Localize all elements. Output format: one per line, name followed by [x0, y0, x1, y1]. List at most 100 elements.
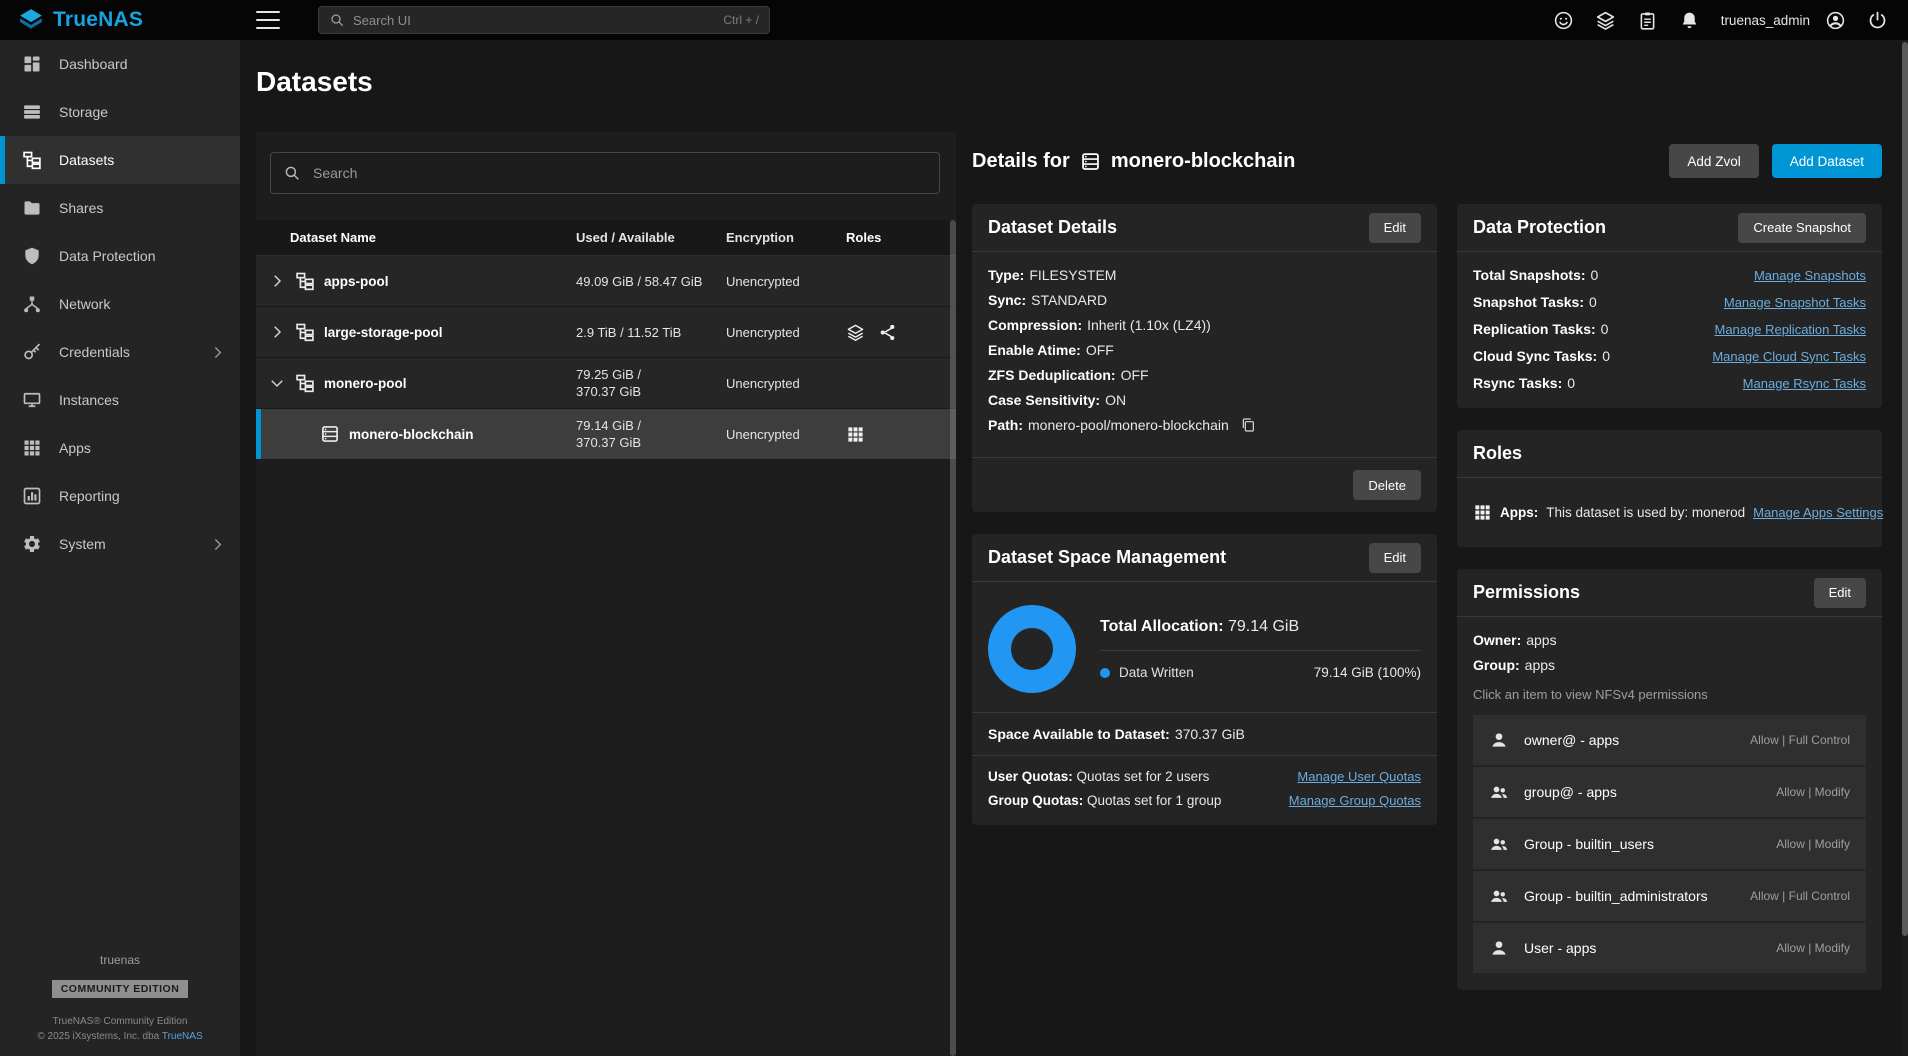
dataset-server-icon — [320, 424, 340, 444]
sidebar-item-reporting[interactable]: Reporting — [0, 472, 240, 520]
card-title: Dataset Space Management — [988, 547, 1226, 568]
permission-item-builtin-users[interactable]: Group - builtin_users Allow | Modify — [1473, 819, 1866, 869]
apps-grid-icon — [1473, 503, 1492, 522]
table-row-monero-blockchain[interactable]: monero-blockchain 79.14 GiB / 370.37 GiB… — [256, 409, 956, 460]
menu-toggle-button[interactable] — [256, 11, 280, 29]
card-title: Data Protection — [1473, 217, 1606, 238]
apps-role-row: Apps: This dataset is used by: monerod M… — [1473, 493, 1866, 532]
alerts-bell-icon[interactable] — [1679, 10, 1700, 31]
group-icon — [1489, 886, 1509, 906]
jobs-layers-icon[interactable] — [1595, 10, 1616, 31]
global-search-input[interactable] — [353, 13, 715, 28]
permissions-hint: Click an item to view NFSv4 permissions — [1473, 687, 1866, 702]
search-shortcut-hint: Ctrl + / — [723, 13, 759, 27]
table-row-large-storage-pool[interactable]: large-storage-pool 2.9 TiB / 11.52 TiB U… — [256, 307, 956, 358]
sidebar-item-datasets[interactable]: Datasets — [0, 136, 240, 184]
copyright-line: © 2025 iXsystems, Inc. dba TrueNAS — [0, 1029, 240, 1044]
manage-cloud-sync-tasks-link[interactable]: Manage Cloud Sync Tasks — [1712, 349, 1866, 364]
table-row-apps-pool[interactable]: apps-pool 49.09 GiB / 58.47 GiB Unencryp… — [256, 256, 956, 307]
tasks-clipboard-icon[interactable] — [1637, 10, 1658, 31]
person-icon — [1489, 938, 1509, 958]
manage-user-quotas-link[interactable]: Manage User Quotas — [1297, 769, 1421, 784]
feedback-smiley-icon[interactable] — [1553, 10, 1574, 31]
sidebar-item-label: Dashboard — [59, 56, 128, 72]
add-zvol-button[interactable]: Add Zvol — [1669, 144, 1758, 178]
dashboard-icon — [22, 54, 42, 74]
edit-space-button[interactable]: Edit — [1369, 543, 1421, 573]
sidebar-item-dashboard[interactable]: Dashboard — [0, 40, 240, 88]
total-snapshots-row: Total Snapshots:0Manage Snapshots — [1473, 267, 1866, 283]
sidebar-item-instances[interactable]: Instances — [0, 376, 240, 424]
sidebar-item-shares[interactable]: Shares — [0, 184, 240, 232]
manage-group-quotas-link[interactable]: Manage Group Quotas — [1289, 793, 1421, 808]
table-row-monero-pool[interactable]: monero-pool 79.25 GiB / 370.37 GiB Unenc… — [256, 358, 956, 409]
manage-apps-settings-link[interactable]: Manage Apps Settings — [1753, 505, 1883, 520]
copy-path-icon[interactable] — [1240, 417, 1256, 433]
group-field: Group:apps — [1473, 657, 1866, 673]
chevron-right-icon[interactable] — [268, 272, 286, 290]
used-available: 79.25 GiB / 370.37 GiB — [576, 366, 726, 400]
permission-item-group-at[interactable]: group@ - apps Allow | Modify — [1473, 767, 1866, 817]
delete-dataset-button[interactable]: Delete — [1353, 470, 1421, 500]
power-icon[interactable] — [1867, 10, 1888, 31]
sidebar-item-label: Instances — [59, 392, 119, 408]
copyright-brand-link[interactable]: TrueNAS — [162, 1031, 203, 1042]
chevron-right-icon[interactable] — [268, 323, 286, 341]
chevron-down-icon[interactable] — [268, 374, 286, 392]
dataset-search[interactable] — [270, 152, 940, 194]
edition-badge[interactable]: COMMUNITY EDITION — [52, 980, 189, 998]
space-available: Space Available to Dataset:370.37 GiB — [988, 726, 1421, 742]
owner-field: Owner:apps — [1473, 632, 1866, 648]
dataset-tree-icon — [295, 373, 315, 393]
apps-grid-icon — [22, 438, 42, 458]
permission-item-builtin-administrators[interactable]: Group - builtin_administrators Allow | F… — [1473, 871, 1866, 921]
edit-dataset-details-button[interactable]: Edit — [1369, 213, 1421, 243]
sidebar-footer: truenas COMMUNITY EDITION TrueNAS® Commu… — [0, 953, 240, 1044]
dataset-server-icon — [1080, 151, 1101, 172]
manage-snapshots-link[interactable]: Manage Snapshots — [1754, 268, 1866, 283]
permission-item-user-apps[interactable]: User - apps Allow | Modify — [1473, 923, 1866, 973]
sidebar-item-apps[interactable]: Apps — [0, 424, 240, 472]
group-quotas-row: Group Quotas: Quotas set for 1 group Man… — [988, 793, 1421, 808]
field-case-sensitivity: Case Sensitivity:ON — [988, 392, 1421, 408]
share-role-icon — [878, 323, 897, 342]
page-scrollbar-thumb[interactable] — [1902, 42, 1908, 936]
manage-replication-tasks-link[interactable]: Manage Replication Tasks — [1714, 322, 1866, 337]
field-dedup: ZFS Deduplication:OFF — [988, 367, 1421, 383]
sidebar-item-label: System — [59, 536, 106, 552]
group-icon — [1489, 834, 1509, 854]
create-snapshot-button[interactable]: Create Snapshot — [1738, 213, 1866, 243]
truenas-logo[interactable]: TrueNAS — [0, 7, 240, 33]
column-header-used: Used / Available — [576, 229, 726, 246]
sidebar-item-label: Reporting — [59, 488, 120, 504]
shield-icon — [22, 246, 42, 266]
snapshot-tasks-row: Snapshot Tasks:0Manage Snapshot Tasks — [1473, 294, 1866, 310]
sidebar-item-credentials[interactable]: Credentials — [0, 328, 240, 376]
manage-rsync-tasks-link[interactable]: Manage Rsync Tasks — [1743, 376, 1866, 391]
username-label: truenas_admin — [1721, 13, 1810, 28]
sidebar-item-system[interactable]: System — [0, 520, 240, 568]
page-scrollbar[interactable] — [1902, 40, 1908, 1056]
folder-icon — [22, 198, 42, 218]
brand-text: TrueNAS — [53, 8, 143, 32]
hostname-label: truenas — [0, 953, 240, 967]
sidebar-item-label: Credentials — [59, 344, 130, 360]
sidebar-item-network[interactable]: Network — [0, 280, 240, 328]
used-available: 2.9 TiB / 11.52 TiB — [576, 324, 726, 341]
manage-snapshot-tasks-link[interactable]: Manage Snapshot Tasks — [1724, 295, 1866, 310]
edition-line: TrueNAS® Community Edition — [0, 1014, 240, 1029]
field-atime: Enable Atime:OFF — [988, 342, 1421, 358]
search-icon — [329, 12, 345, 28]
replication-tasks-row: Replication Tasks:0Manage Replication Ta… — [1473, 321, 1866, 337]
permission-item-owner[interactable]: owner@ - apps Allow | Full Control — [1473, 715, 1866, 765]
edit-permissions-button[interactable]: Edit — [1814, 578, 1866, 608]
global-search[interactable]: Ctrl + / — [318, 6, 770, 34]
column-header-roles: Roles — [846, 230, 956, 245]
add-dataset-button[interactable]: Add Dataset — [1772, 144, 1882, 178]
user-circle-icon[interactable] — [1825, 10, 1846, 31]
sidebar-item-storage[interactable]: Storage — [0, 88, 240, 136]
card-title: Dataset Details — [988, 217, 1117, 238]
tree-scrollbar[interactable] — [950, 220, 956, 1056]
sidebar-item-data-protection[interactable]: Data Protection — [0, 232, 240, 280]
dataset-search-input[interactable] — [313, 165, 927, 181]
